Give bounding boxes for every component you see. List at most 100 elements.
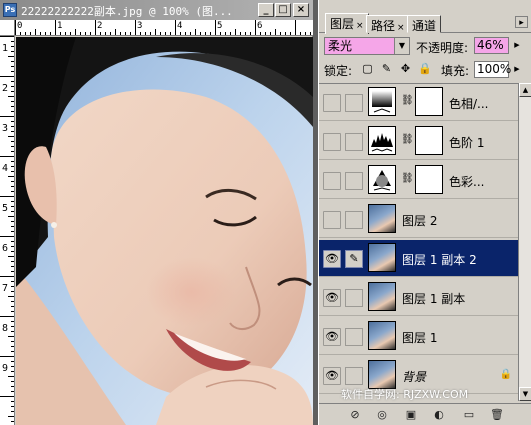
visibility-toggle[interactable]: [323, 94, 341, 112]
layer-mask-thumbnail[interactable]: [415, 126, 443, 155]
scroll-down-icon[interactable]: ▼: [519, 387, 531, 401]
opacity-input[interactable]: 46%: [474, 37, 509, 54]
link-toggle[interactable]: [345, 367, 363, 385]
link-toggle[interactable]: [345, 94, 363, 112]
tab-layers[interactable]: 图层 ×: [325, 13, 369, 34]
tab-close-icon[interactable]: ×: [356, 21, 364, 31]
layer-thumbnail[interactable]: [368, 360, 396, 389]
link-toggle[interactable]: [345, 172, 363, 190]
layer-row[interactable]: ⛓ 色阶 1: [319, 123, 518, 160]
eye-icon[interactable]: 👁: [323, 328, 341, 346]
link-toggle[interactable]: [345, 289, 363, 307]
ruler-tick: [11, 286, 14, 287]
eye-icon[interactable]: 👁: [323, 289, 341, 307]
panel-menu-icon[interactable]: ▸: [515, 16, 528, 28]
visibility-toggle[interactable]: [323, 133, 341, 151]
layer-name[interactable]: 图层 1 副本: [402, 290, 465, 307]
new-group-icon[interactable]: ▣: [403, 407, 419, 423]
ruler-tick: [11, 206, 14, 207]
visibility-toggle[interactable]: [323, 211, 341, 229]
layer-thumbnail[interactable]: [368, 204, 396, 233]
layer-name[interactable]: 图层 1: [402, 329, 437, 346]
horizontal-ruler[interactable]: 0 1 2 3 4 5 6: [15, 20, 313, 36]
layer-name[interactable]: 色阶 1: [449, 134, 484, 151]
link-toggle[interactable]: [345, 328, 363, 346]
minimize-button[interactable]: _: [258, 3, 274, 17]
new-layer-icon[interactable]: ▭: [461, 407, 477, 423]
ruler-tick: [11, 66, 14, 67]
layer-name[interactable]: 图层 1 副本 2: [402, 251, 477, 268]
lock-image-icon[interactable]: ✎: [380, 62, 393, 75]
lock-transparency-icon[interactable]: ▢: [361, 62, 374, 75]
layer-row[interactable]: 👁 ✎ 图层 1 副本 2: [319, 240, 518, 277]
layer-thumbnail[interactable]: [368, 126, 396, 155]
tab-channels[interactable]: 通道: [407, 15, 442, 33]
tab-paths[interactable]: 路径 ×: [366, 15, 410, 33]
opacity-dropdown-icon[interactable]: ▶: [511, 37, 523, 54]
layer-thumbnail[interactable]: [368, 243, 396, 272]
brush-icon[interactable]: ✎: [345, 250, 363, 268]
ruler-tick: [210, 32, 211, 35]
document-titlebar[interactable]: Ps 22222222222副本.jpg @ 100% (图... _ □ ×: [0, 0, 313, 20]
ruler-tick: [255, 20, 256, 35]
layer-row[interactable]: 图层 2: [319, 201, 518, 238]
ruler-tick: [40, 32, 41, 35]
layers-list: ⛓ 色相/... ⛓ 色阶 1 ⛓ 色彩... 图层 2 👁 ✎ 图层 1 副本 2 👁 图层 1 副…: [319, 83, 518, 401]
tab-close-icon[interactable]: ×: [397, 23, 405, 33]
layers-scrollbar[interactable]: ▲ ▼: [518, 83, 531, 401]
trash-icon[interactable]: 🗑: [489, 407, 505, 423]
ruler-tick: [11, 46, 14, 47]
ruler-tick: [75, 29, 76, 35]
chain-link-icon[interactable]: ⛓: [401, 95, 414, 106]
layer-row[interactable]: ⛓ 色相/...: [319, 84, 518, 121]
layer-row[interactable]: ⛓ 色彩...: [319, 162, 518, 199]
ruler-tick: [11, 221, 14, 222]
layer-thumbnail[interactable]: [368, 282, 396, 311]
adjustment-layer-icon[interactable]: ◐: [431, 407, 447, 423]
visibility-toggle[interactable]: [323, 172, 341, 190]
eye-icon[interactable]: 👁: [323, 250, 341, 268]
ruler-tick: [11, 181, 14, 182]
link-toggle[interactable]: [345, 133, 363, 151]
layer-thumbnail[interactable]: [368, 321, 396, 350]
layer-name[interactable]: 色相/...: [449, 95, 489, 112]
chain-link-icon[interactable]: ⛓: [401, 173, 414, 184]
lock-position-icon[interactable]: ✥: [399, 62, 412, 75]
ruler-tick: [245, 32, 246, 35]
close-button[interactable]: ×: [293, 3, 309, 17]
ruler-tick: [11, 211, 14, 212]
blend-mode-select[interactable]: 柔光 ▼: [324, 37, 410, 55]
ruler-tick: [300, 32, 301, 35]
ruler-tick: [310, 32, 311, 35]
ruler-tick: [8, 136, 14, 137]
eye-icon[interactable]: 👁: [323, 367, 341, 385]
lock-all-icon[interactable]: 🔒: [418, 62, 432, 75]
layer-name[interactable]: 背景: [402, 368, 426, 385]
ruler-tick: [95, 20, 96, 35]
layer-style-icon[interactable]: ⊘: [347, 407, 363, 423]
layer-mask-thumbnail[interactable]: [415, 87, 443, 116]
ruler-tick: [275, 29, 276, 35]
vertical-ruler[interactable]: 1 2 3 4 5 6 7 8 9: [0, 36, 15, 425]
ruler-tick: [305, 32, 306, 35]
layer-thumbnail[interactable]: [368, 87, 396, 116]
layer-thumbnail[interactable]: [368, 165, 396, 194]
fill-input[interactable]: 100%: [474, 61, 511, 78]
image-canvas[interactable]: [16, 37, 313, 425]
document-window: Ps 22222222222副本.jpg @ 100% (图... _ □ × …: [0, 0, 313, 425]
layer-mask-thumbnail[interactable]: [415, 165, 443, 194]
scroll-up-icon[interactable]: ▲: [519, 83, 531, 97]
ruler-corner[interactable]: [0, 20, 15, 36]
layer-name[interactable]: 图层 2: [402, 212, 437, 229]
layer-row[interactable]: 👁 图层 1 副本: [319, 279, 518, 316]
chain-link-icon[interactable]: ⛓: [401, 134, 414, 145]
maximize-button[interactable]: □: [275, 3, 291, 17]
fill-dropdown-icon[interactable]: ▶: [511, 61, 523, 78]
ruler-tick: [250, 32, 251, 35]
link-toggle[interactable]: [345, 211, 363, 229]
layer-row[interactable]: 👁 图层 1: [319, 318, 518, 355]
ruler-label: 7: [2, 283, 9, 294]
layer-name[interactable]: 色彩...: [449, 173, 484, 190]
ruler-tick: [60, 32, 61, 35]
add-mask-icon[interactable]: ◎: [374, 407, 390, 423]
